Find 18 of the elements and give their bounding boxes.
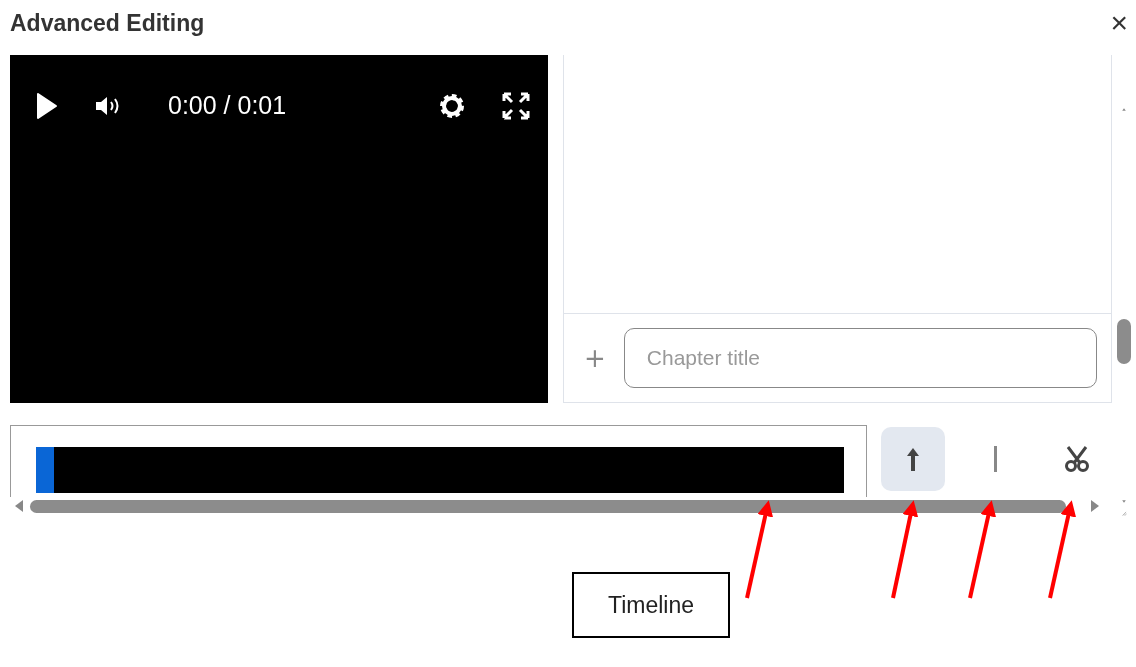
marker-icon xyxy=(993,446,997,472)
settings-icon[interactable] xyxy=(438,91,466,120)
horizontal-scrollbar[interactable] xyxy=(30,500,1066,513)
close-button[interactable]: × xyxy=(1110,8,1128,38)
scroll-right-icon[interactable] xyxy=(1090,500,1100,513)
add-chapter-button[interactable]: + xyxy=(584,343,606,373)
callout-label: Timeline xyxy=(607,591,695,619)
chapter-title-field[interactable]: Chapter title xyxy=(623,328,1097,388)
vertical-scrollbar[interactable] xyxy=(1117,319,1131,365)
fullscreen-icon[interactable] xyxy=(502,91,530,120)
up-tool-button[interactable] xyxy=(881,427,945,491)
dialog-title: Advanced Editing xyxy=(10,9,205,37)
play-icon[interactable] xyxy=(36,91,58,120)
time-display: 0:00 / 0:01 xyxy=(168,91,288,120)
timeline[interactable] xyxy=(10,425,867,497)
scissors-icon xyxy=(1063,445,1091,473)
up-arrow-icon xyxy=(906,446,920,472)
scroll-left-icon[interactable] xyxy=(14,500,24,513)
